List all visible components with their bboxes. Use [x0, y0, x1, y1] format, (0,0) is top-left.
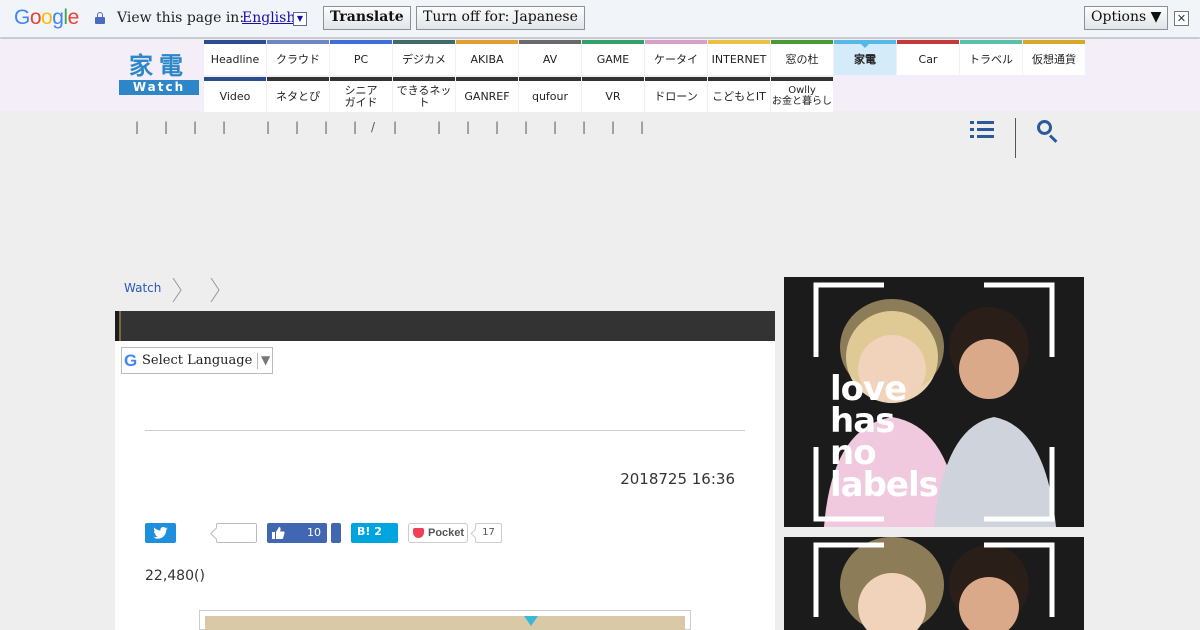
nav-item[interactable]: シニア ガイド: [330, 77, 392, 112]
breadcrumb-chevron-icon: [210, 278, 220, 302]
nav-item[interactable]: ネタとぴ: [267, 77, 329, 112]
google-logo-letter: o: [41, 6, 53, 29]
breadcrumb-watch-link[interactable]: Watch: [124, 281, 161, 295]
select-language-label: Select Language: [142, 353, 253, 368]
sidebar-ad[interactable]: [784, 537, 1084, 630]
hatena-label: B! 2: [357, 525, 382, 538]
lock-icon: [95, 12, 105, 24]
utility-separator: |: [193, 120, 198, 134]
thumbs-up-icon: [272, 527, 285, 539]
search-icon[interactable]: [1037, 120, 1059, 143]
close-icon[interactable]: ✕: [1174, 11, 1189, 26]
nav-item[interactable]: GANREF: [456, 77, 518, 112]
utility-separator: |: [437, 120, 442, 134]
translate-bar: Google View this page in: English ▼ Tran…: [0, 0, 1200, 38]
twitter-bird-icon: [153, 527, 168, 539]
ad-photo: [784, 537, 1084, 630]
article-photo[interactable]: [199, 610, 691, 630]
hatena-bookmark-button[interactable]: B! 2: [351, 523, 398, 543]
nav-item[interactable]: クラウド: [267, 40, 329, 75]
nav-item[interactable]: デジカメ: [393, 40, 455, 75]
translate-button[interactable]: Translate: [323, 6, 411, 30]
article-date: 2018725 16:36: [620, 470, 735, 488]
translate-prompt: View this page in:: [117, 10, 245, 26]
nav-item[interactable]: Video: [204, 77, 266, 112]
nav-item[interactable]: できるネット: [393, 77, 455, 112]
google-logo-letter: g: [52, 6, 64, 29]
nav-item[interactable]: トラベル: [960, 40, 1022, 75]
nav-item[interactable]: ケータイ: [645, 40, 707, 75]
pocket-label: Pocket: [428, 527, 465, 539]
utility-separator: |: [222, 120, 227, 134]
utility-separator: |: [135, 120, 140, 134]
utility-separator: |: [324, 120, 329, 134]
ad-slogan-line: labels: [830, 465, 939, 505]
utility-separator: |: [582, 120, 587, 134]
nav-item[interactable]: こどもとIT: [708, 77, 770, 112]
twitter-share-button[interactable]: [145, 523, 176, 543]
options-button[interactable]: Options ▼: [1084, 6, 1169, 30]
utility-separator: |: [164, 120, 169, 134]
nav-item[interactable]: PC: [330, 40, 392, 75]
utility-separator: |: [611, 120, 616, 134]
nav-item[interactable]: AKIBA: [456, 40, 518, 75]
nav-item[interactable]: 窓の杜: [771, 40, 833, 75]
nav-item[interactable]: ドローン: [645, 77, 707, 112]
utility-separator: |: [553, 120, 558, 134]
pocket-count: 17: [475, 523, 502, 543]
product-price: 22,480(): [145, 568, 205, 584]
utility-separator: |: [295, 120, 300, 134]
nav-item[interactable]: AV: [519, 40, 581, 75]
google-logo-letter: G: [14, 6, 30, 29]
google-logo-letter: o: [29, 6, 42, 29]
language-link[interactable]: English: [242, 10, 295, 26]
nav-item[interactable]: 仮想通貨: [1023, 40, 1085, 75]
article-title-bar: [115, 311, 775, 341]
utility-separator: |: [266, 120, 271, 134]
utility-separator: |: [466, 120, 471, 134]
pocket-icon: [413, 528, 424, 538]
nav-item[interactable]: 家電: [834, 40, 896, 75]
logo-sub: Watch: [119, 80, 199, 95]
google-logo: Google: [14, 6, 79, 30]
utility-separator: |: [495, 120, 500, 134]
sidebar-ad[interactable]: love has no labels: [784, 277, 1084, 527]
nav-item[interactable]: GAME: [582, 40, 644, 75]
nav-item[interactable]: Car: [897, 40, 959, 75]
google-g-icon: G: [124, 351, 138, 370]
utility-separator: |: [353, 120, 358, 134]
language-dropdown-icon[interactable]: ▼: [293, 12, 307, 26]
utility-separator: /: [371, 120, 376, 134]
nav-item[interactable]: Owlly お金と暮らし: [771, 77, 833, 112]
nav-item[interactable]: VR: [582, 77, 644, 112]
chevron-down-icon: ▼: [261, 353, 271, 367]
facebook-share-button[interactable]: [331, 523, 341, 543]
list-menu-icon[interactable]: [970, 120, 994, 140]
pocket-button[interactable]: Pocket: [408, 523, 468, 543]
nav-item[interactable]: qufour: [519, 77, 581, 112]
google-logo-letter: e: [67, 6, 80, 29]
breadcrumb-chevron-icon: [172, 278, 182, 302]
utility-separator: |: [640, 120, 645, 134]
utility-separator: |: [524, 120, 529, 134]
ad-slogan: love has no labels: [830, 372, 939, 505]
select-language-dropdown[interactable]: G Select Language ▼: [121, 347, 273, 374]
facebook-count: 10: [307, 526, 321, 539]
divider: [145, 430, 745, 431]
header-divider: [1015, 118, 1016, 158]
turn-off-button[interactable]: Turn off for: Japanese: [416, 6, 585, 30]
nav-item[interactable]: INTERNET: [708, 40, 770, 75]
site-logo[interactable]: 家電 Watch: [119, 52, 199, 96]
twitter-count: [216, 523, 257, 543]
logo-kanji: 家電: [129, 51, 189, 80]
facebook-like-button[interactable]: 10: [267, 523, 327, 543]
nav-item[interactable]: Headline: [204, 40, 266, 75]
utility-separator: |: [393, 120, 398, 134]
